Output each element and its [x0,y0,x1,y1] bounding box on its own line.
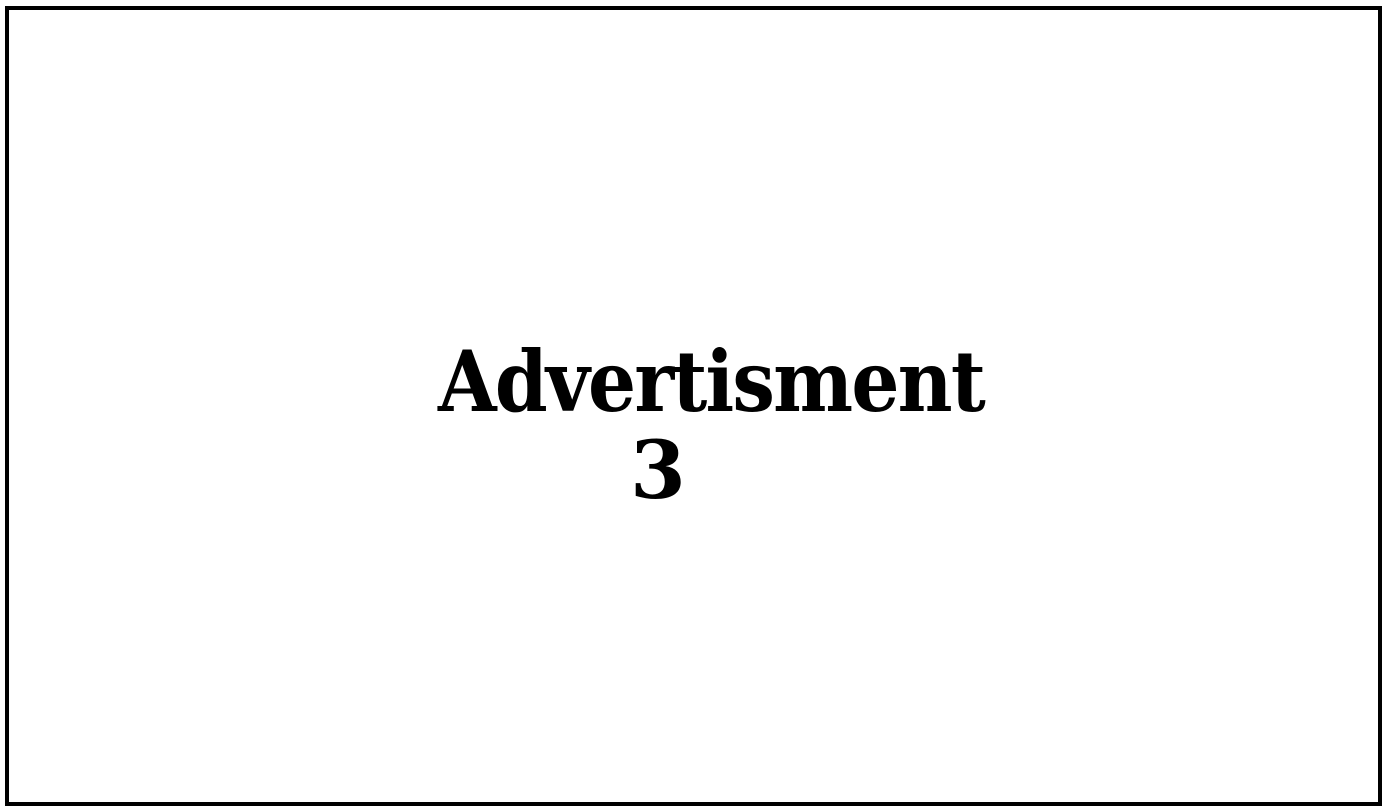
advertisement-number: 3 [630,423,686,517]
advertisement-banner[interactable]: Advertisment 3 [5,6,1382,806]
advertisement-text: Advertisment 3 [412,332,986,511]
advertisement-title: Advertisment [438,332,986,431]
